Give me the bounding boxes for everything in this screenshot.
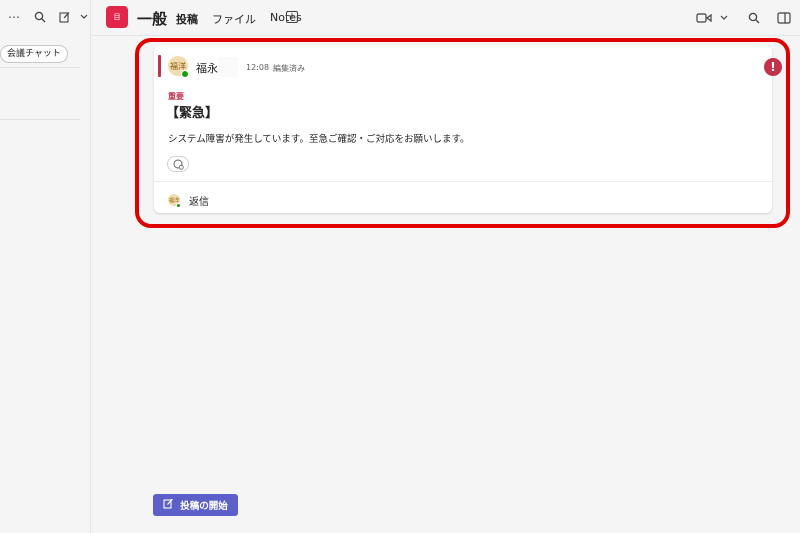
team-avatar[interactable]: 目 — [106, 6, 128, 28]
add-tab-icon[interactable]: + — [286, 11, 298, 23]
search-icon[interactable] — [746, 10, 762, 26]
compose-icon[interactable] — [58, 9, 74, 25]
tab-files[interactable]: ファイル — [212, 11, 256, 27]
channel-name: 一般 — [137, 10, 168, 28]
sidebar-toolbar: ⋯ — [6, 8, 92, 26]
channel-tabs: 投稿 ファイル Notes — [176, 11, 302, 27]
sidebar-divider — [0, 67, 80, 68]
left-sidebar: ⋯ 会議チャット — [0, 0, 91, 533]
channel-header: 目 一般 投稿 ファイル Notes + — [92, 0, 800, 36]
chevron-down-icon[interactable] — [716, 10, 732, 26]
compose-icon — [163, 498, 174, 512]
sidebar-divider — [0, 119, 80, 120]
tab-posts[interactable]: 投稿 — [176, 11, 198, 27]
video-call-icon[interactable] — [696, 10, 712, 26]
highlight-annotation — [135, 38, 790, 228]
chevron-down-icon[interactable] — [76, 9, 92, 25]
new-post-label: 投稿の開始 — [180, 501, 228, 512]
search-icon[interactable] — [32, 9, 48, 25]
meeting-chat-chip[interactable]: 会議チャット — [0, 45, 68, 63]
more-options-icon[interactable]: ⋯ — [6, 9, 22, 25]
channel-info-icon[interactable] — [776, 10, 792, 26]
header-actions — [696, 10, 792, 26]
new-post-button[interactable]: 投稿の開始 — [153, 494, 238, 516]
